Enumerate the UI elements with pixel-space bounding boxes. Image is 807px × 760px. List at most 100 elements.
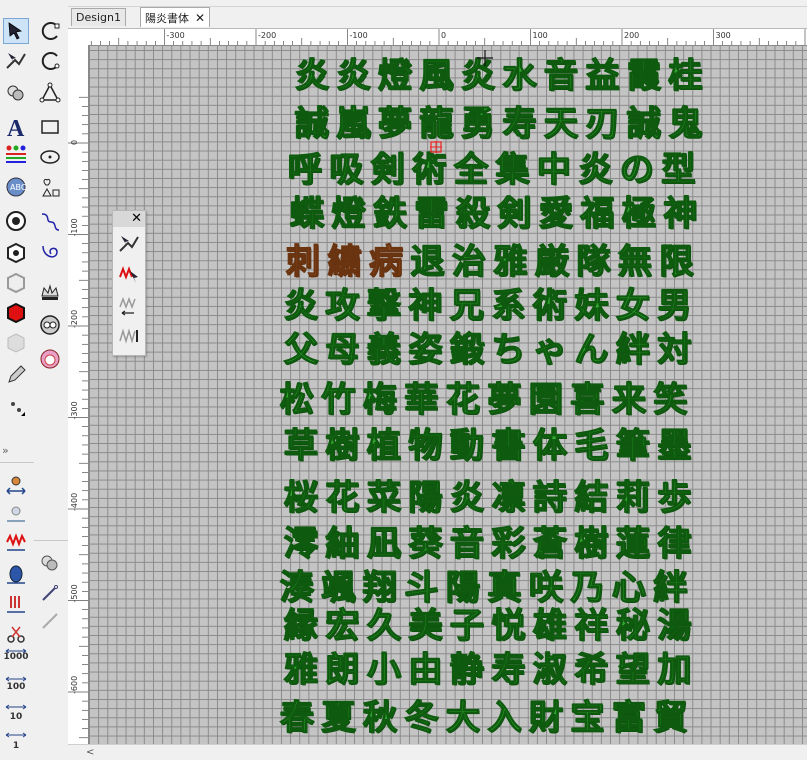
spool-icon[interactable] [3,562,29,588]
embroidery-glyph[interactable]: 物 [406,425,446,466]
embroidery-glyph[interactable]: 宝 [568,697,608,738]
rectangle-tool-icon[interactable] [37,114,63,140]
embroidery-glyph[interactable]: ち [489,329,529,370]
node-curve-icon[interactable] [37,18,63,44]
embroidery-glyph[interactable]: 妹 [572,285,612,326]
embroidery-glyph[interactable]: 退 [408,241,448,282]
embroidery-glyph[interactable]: 音 [541,55,581,96]
embroidery-glyph[interactable]: 限 [657,241,697,282]
hexagon-outline-icon[interactable] [3,240,29,266]
design-canvas[interactable]: 炎炎燈風炎水音益霞桂誠嵐夢龍勇寿天刃誠鬼呼吸剣術全集中炎の型蝶燈鉄雷殺剣愛福極神… [89,46,807,744]
embroidery-glyph[interactable]: 樹 [323,425,363,466]
embroidery-glyph[interactable]: 花 [323,477,363,518]
step-1-button[interactable]: 1 [2,741,30,751]
pen-tool-icon[interactable] [3,362,29,388]
embroidery-glyph[interactable]: 呼 [285,149,325,190]
reshape-tool-icon[interactable] [116,231,142,257]
embroidery-glyph[interactable]: 蒼 [530,523,570,564]
embroidery-glyph[interactable]: 治 [449,241,489,282]
embroidery-glyph[interactable]: 風 [417,55,457,96]
embroidery-glyph[interactable]: 結 [572,477,612,518]
hoop-tool-icon[interactable] [37,346,63,372]
stitch-back-icon[interactable] [116,293,142,319]
spiral-path-icon[interactable] [37,240,63,266]
embroidery-glyph[interactable]: 大 [443,697,483,738]
embroidery-glyph[interactable]: 悦 [489,605,529,646]
embroidery-glyph[interactable]: 体 [530,425,570,466]
embroidery-glyph[interactable]: 燈 [375,55,415,96]
embroidery-glyph[interactable]: 鬼 [666,103,706,144]
embroidery-glyph[interactable]: 義 [364,329,404,370]
embroidery-glyph[interactable]: 水 [500,55,540,96]
embroidery-glyph[interactable]: 燈 [329,193,369,234]
embroidery-glyph[interactable]: 詩 [530,477,570,518]
embroidery-glyph[interactable]: 誠 [624,103,664,144]
appliqué-circles-icon[interactable] [37,312,63,338]
embroidery-glyph[interactable]: 朗 [323,649,363,690]
embroidery-glyph[interactable]: 無 [615,241,655,282]
embroidery-glyph[interactable]: 雅 [281,649,321,690]
hexagon-disabled-icon[interactable] [3,330,29,356]
embroidery-glyph[interactable]: 祥 [572,605,612,646]
embroidery-glyph[interactable]: 淑 [530,649,570,690]
points-tool-icon[interactable] [3,394,29,420]
embroidery-glyph[interactable]: 凪 [364,523,404,564]
embroidery-glyph[interactable]: 莉 [613,477,653,518]
embroidery-glyph[interactable]: 湊 [277,567,317,608]
thread-move-icon[interactable] [3,472,29,498]
embroidery-glyph[interactable]: 春 [277,697,317,738]
embroidery-glyph[interactable]: 心 [609,567,649,608]
embroidery-glyph[interactable]: 夏 [319,697,359,738]
embroidery-glyph[interactable]: 絆 [651,567,691,608]
embroidery-glyph[interactable]: 母 [323,329,363,370]
needle-icon[interactable] [37,580,63,606]
embroidery-glyph[interactable]: 縁 [281,605,321,646]
embroidery-glyph[interactable]: 由 [406,649,446,690]
node-curve-alt-icon[interactable] [37,48,63,74]
embroidery-glyph[interactable]: 繍 [325,241,365,282]
embroidery-glyph[interactable]: 律 [655,523,695,564]
embroidery-glyph[interactable]: 鍛 [447,329,487,370]
needle-disabled-icon[interactable] [37,608,63,634]
horizontal-scrollbar[interactable]: < [68,744,807,760]
embroidery-glyph[interactable]: 炎 [447,477,487,518]
embroidery-glyph[interactable]: 益 [583,55,623,96]
embroidery-glyph[interactable]: 財 [526,697,566,738]
embroidery-glyph[interactable]: 彩 [489,523,529,564]
embroidery-glyph[interactable]: 子 [447,605,487,646]
embroidery-glyph[interactable]: 草 [281,425,321,466]
embroidery-glyph[interactable]: 花 [443,379,483,420]
embroidery-glyph[interactable]: 剣 [368,149,408,190]
embroidery-glyph[interactable]: 福 [578,193,618,234]
stitch-light-icon[interactable] [37,550,63,576]
thread-light-icon[interactable] [3,502,29,528]
embroidery-glyph[interactable]: 毛 [572,425,612,466]
step-1000-button[interactable]: 1000 [2,652,30,662]
embroidery-glyph[interactable]: 集 [493,149,533,190]
close-icon[interactable]: ✕ [195,11,205,25]
freehand-wave-icon[interactable] [37,208,63,234]
embroidery-glyph[interactable]: 筆 [613,425,653,466]
stitch-end-icon[interactable] [116,323,142,349]
embroidery-glyph[interactable]: 剣 [495,193,535,234]
close-icon[interactable]: ✕ [131,211,142,227]
embroidery-glyph[interactable]: 園 [526,379,566,420]
embroidery-glyph[interactable]: 植 [364,425,404,466]
embroidery-glyph[interactable]: 撃 [364,285,404,326]
embroidery-glyph[interactable]: 歩 [655,477,695,518]
embroidery-glyph[interactable]: 葵 [406,523,446,564]
embroidery-glyph[interactable]: 隊 [574,241,614,282]
ellipse-tool-icon[interactable] [37,144,63,170]
embroidery-glyph[interactable]: 希 [572,649,612,690]
embroidery-glyph[interactable]: 湯 [655,605,695,646]
embroidery-glyph[interactable]: 極 [619,193,659,234]
embroidery-glyph[interactable]: 乃 [568,567,608,608]
embroidery-glyph[interactable]: 全 [451,149,491,190]
embroidery-glyph[interactable]: 松 [277,379,317,420]
embroidery-glyph[interactable]: 神 [661,193,701,234]
embroidery-glyph[interactable]: 刃 [583,103,623,144]
embroidery-glyph[interactable]: 秘 [613,605,653,646]
comb-tool-icon[interactable] [3,592,29,618]
triangle-nodes-icon[interactable] [37,80,63,106]
embroidery-glyph[interactable]: 宏 [323,605,363,646]
